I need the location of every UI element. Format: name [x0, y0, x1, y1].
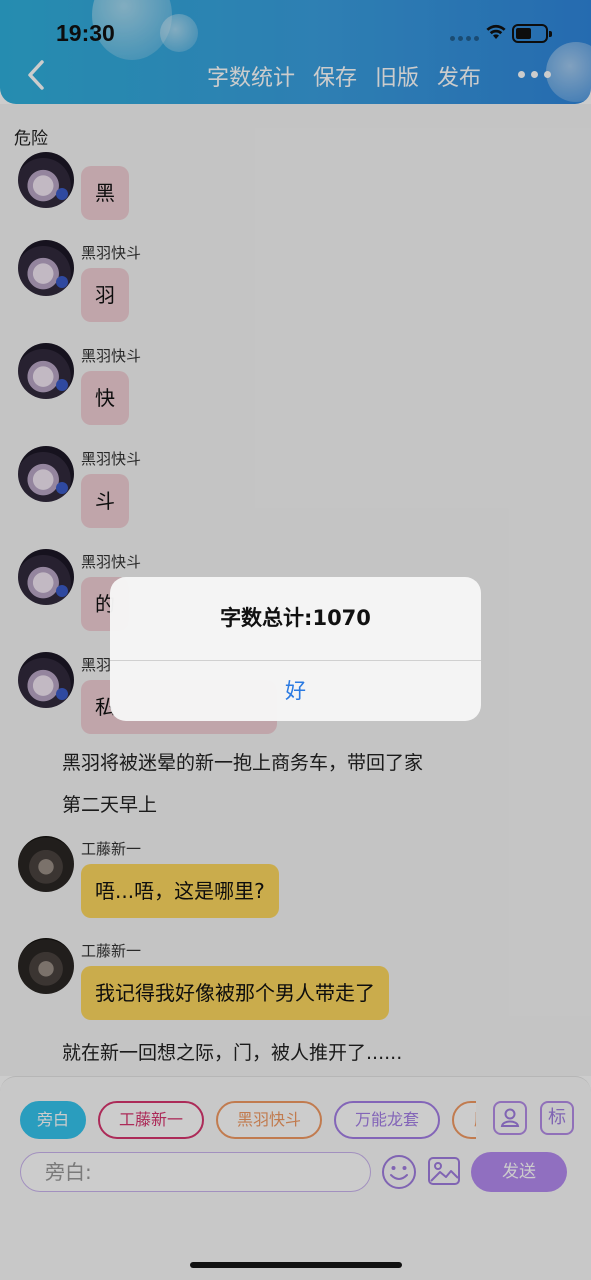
home-indicator[interactable]: [190, 1262, 402, 1268]
alert-ok-button[interactable]: 好: [110, 661, 481, 721]
alert-title: 字数总计:1070: [220, 606, 371, 630]
word-count-alert: 字数总计:1070 好: [110, 577, 481, 721]
